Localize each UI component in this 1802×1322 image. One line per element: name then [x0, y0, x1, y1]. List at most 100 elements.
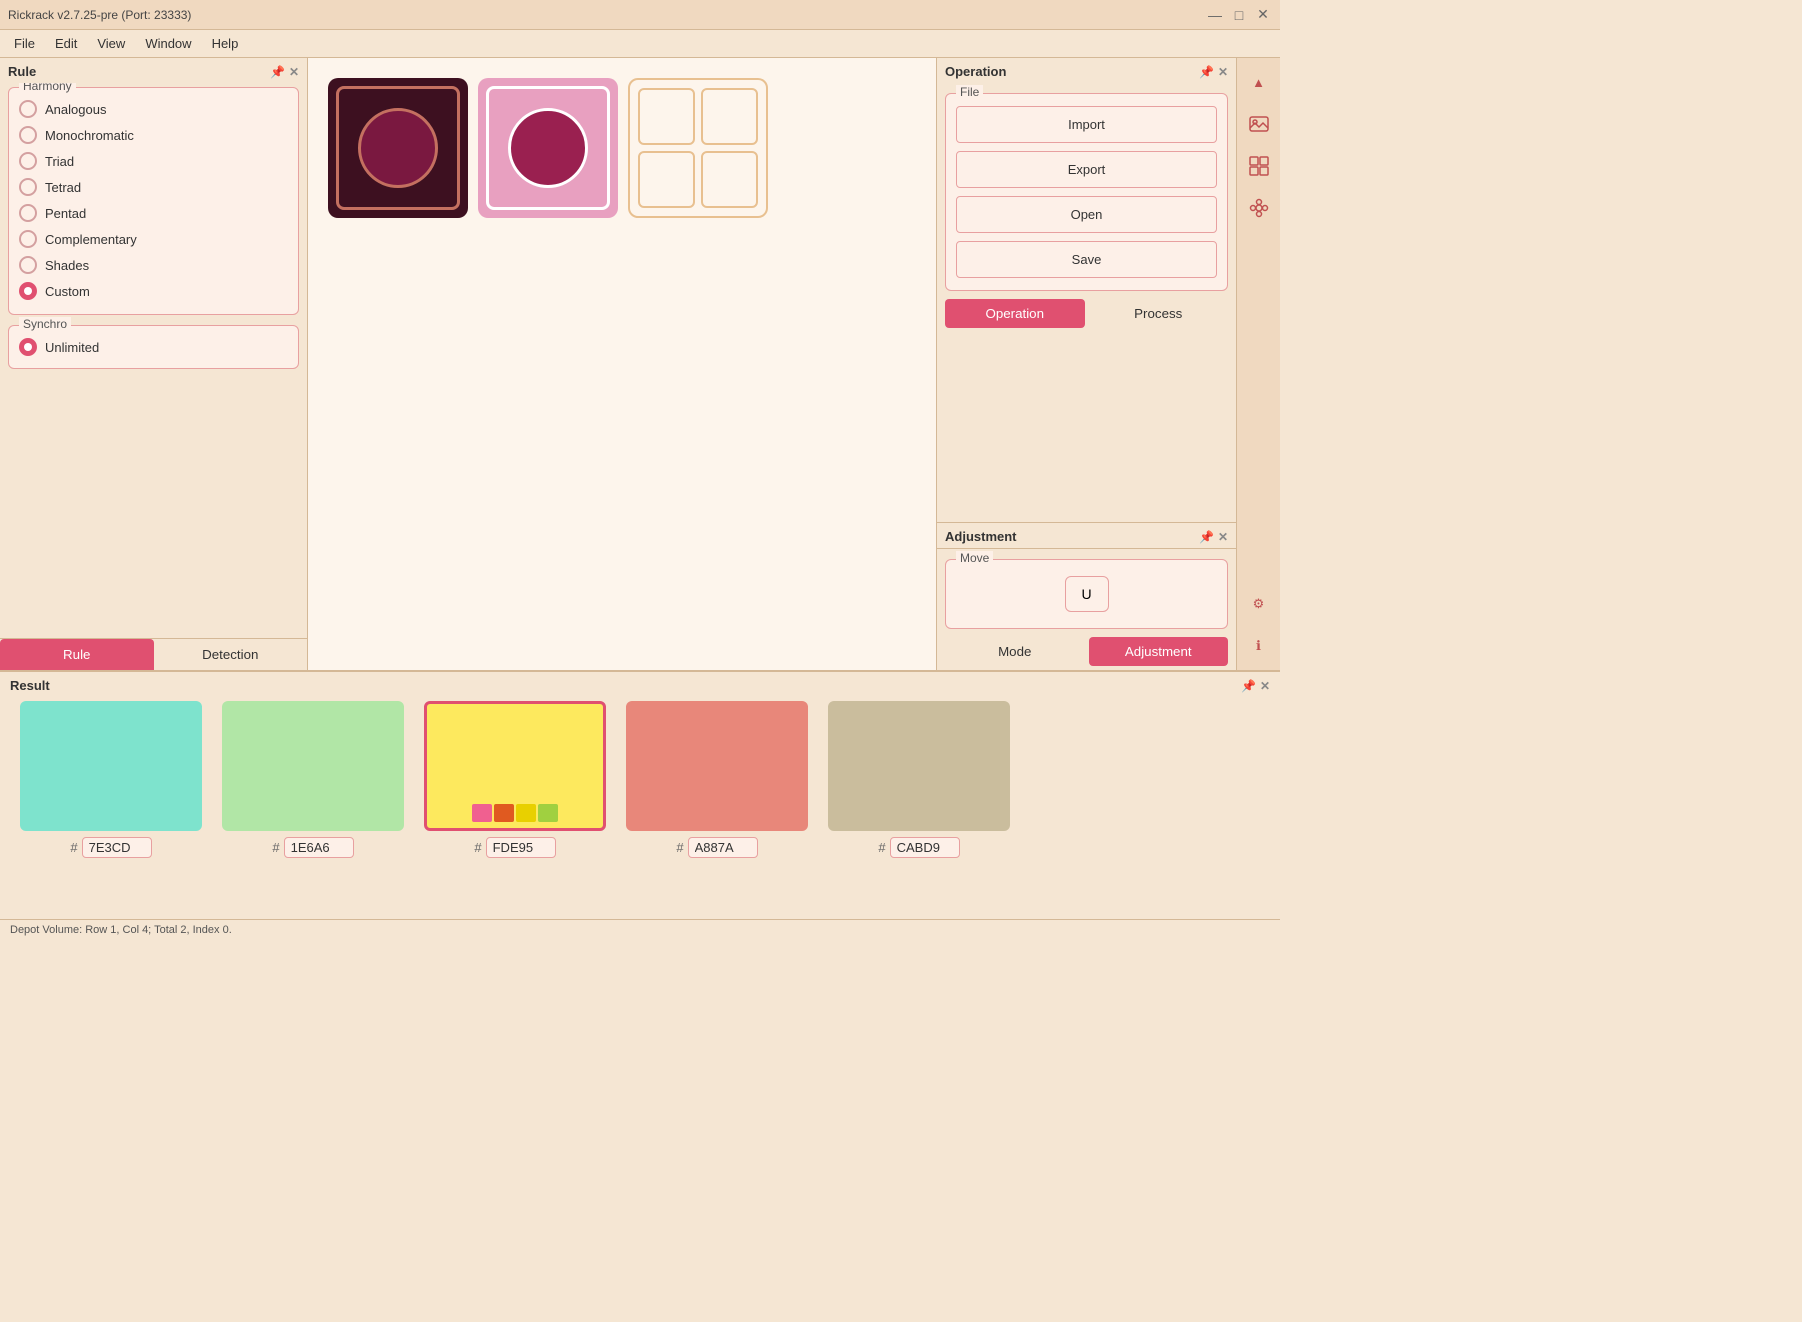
adjustment-content: Move U Mode Adjustment	[937, 548, 1236, 670]
result-mini-swatches	[427, 804, 603, 822]
harmony-group: Harmony Analogous Monochromatic Triad Te…	[8, 87, 299, 315]
synchro-group: Synchro Unlimited	[8, 325, 299, 369]
info-icon[interactable]: ℹ	[1243, 630, 1275, 662]
result-swatch-0[interactable]	[20, 701, 202, 831]
adjustment-panel-header: Adjustment 📌 ✕	[937, 522, 1236, 548]
result-color-row-0: #	[70, 837, 151, 858]
swatch-empty-cell-3	[638, 151, 695, 208]
radio-triad[interactable]: Triad	[19, 148, 288, 174]
open-button[interactable]: Open	[956, 196, 1217, 233]
menubar: File Edit View Window Help	[0, 30, 1280, 58]
result-panel-icons: 📌 ✕	[1241, 679, 1270, 693]
result-hash-0: #	[70, 840, 77, 855]
gear-icon[interactable]: ⚙	[1243, 588, 1275, 620]
result-swatches: # # #	[0, 697, 1280, 919]
radio-analogous-circle	[19, 100, 37, 118]
radio-complementary-circle	[19, 230, 37, 248]
adj-close-icon[interactable]: ✕	[1218, 530, 1228, 544]
menu-edit[interactable]: Edit	[45, 32, 87, 55]
op-tab-operation[interactable]: Operation	[945, 299, 1085, 328]
op-tab-process[interactable]: Process	[1089, 299, 1229, 328]
result-swatch-3[interactable]	[626, 701, 808, 831]
close-button[interactable]: ✕	[1254, 6, 1272, 24]
adj-pin-icon[interactable]: 📌	[1199, 530, 1214, 544]
maximize-button[interactable]: □	[1230, 6, 1248, 24]
result-hash-2: #	[474, 840, 481, 855]
radio-complementary-label: Complementary	[45, 232, 137, 247]
result-swatch-4[interactable]	[828, 701, 1010, 831]
tab-detection[interactable]: Detection	[154, 639, 308, 670]
left-panel: Rule 📌 ✕ Harmony Analogous Monochromatic	[0, 58, 308, 670]
adjustment-tabs: Mode Adjustment	[945, 637, 1228, 666]
result-hash-4: #	[878, 840, 885, 855]
result-swatch-1[interactable]	[222, 701, 404, 831]
mini-swatch-pink	[472, 804, 492, 822]
radio-shades-circle	[19, 256, 37, 274]
radio-complementary[interactable]: Complementary	[19, 226, 288, 252]
radio-shades-label: Shades	[45, 258, 89, 273]
radio-monochromatic[interactable]: Monochromatic	[19, 122, 288, 148]
result-hex-3[interactable]	[688, 837, 758, 858]
import-button[interactable]: Import	[956, 106, 1217, 143]
export-button[interactable]: Export	[956, 151, 1217, 188]
far-right-panel: ▲ ⚙ ℹ	[1236, 58, 1280, 670]
operation-tabs: Operation Process	[945, 299, 1228, 328]
menu-window[interactable]: Window	[135, 32, 201, 55]
result-pin-icon[interactable]: 📌	[1241, 679, 1256, 693]
result-hash-1: #	[272, 840, 279, 855]
pin-icon[interactable]: 📌	[270, 65, 285, 79]
radio-pentad-circle	[19, 204, 37, 222]
result-item-3: #	[626, 701, 808, 858]
menu-help[interactable]: Help	[202, 32, 249, 55]
titlebar-title: Rickrack v2.7.25-pre (Port: 23333)	[8, 8, 191, 22]
canvas-swatch-dark[interactable]	[328, 78, 468, 218]
triangle-icon[interactable]: ▲	[1243, 66, 1275, 98]
result-hex-4[interactable]	[890, 837, 960, 858]
result-item-0: #	[20, 701, 202, 858]
op-pin-icon[interactable]: 📌	[1199, 65, 1214, 79]
minimize-button[interactable]: —	[1206, 6, 1224, 24]
radio-analogous-label: Analogous	[45, 102, 106, 117]
radio-tetrad[interactable]: Tetrad	[19, 174, 288, 200]
close-panel-icon[interactable]: ✕	[289, 65, 299, 79]
image-icon[interactable]	[1243, 108, 1275, 140]
result-hex-2[interactable]	[486, 837, 556, 858]
save-button[interactable]: Save	[956, 241, 1217, 278]
adj-tab-mode[interactable]: Mode	[945, 637, 1085, 666]
move-key-u[interactable]: U	[1065, 576, 1109, 612]
canvas-swatch-pink[interactable]	[478, 78, 618, 218]
harmony-label: Harmony	[19, 83, 76, 93]
radio-custom[interactable]: Custom	[19, 278, 288, 304]
move-group: Move U	[945, 559, 1228, 629]
file-group: File Import Export Open Save	[945, 93, 1228, 291]
result-hex-0[interactable]	[82, 837, 152, 858]
swatch-empty-cell-1	[638, 88, 695, 145]
result-color-row-1: #	[272, 837, 353, 858]
grid-icon[interactable]	[1243, 150, 1275, 182]
result-panel-header: Result 📌 ✕	[0, 672, 1280, 697]
menu-view[interactable]: View	[87, 32, 135, 55]
canvas-swatches	[318, 68, 926, 228]
radio-unlimited[interactable]: Unlimited	[19, 334, 288, 360]
result-item-1: #	[222, 701, 404, 858]
adj-tab-adjustment[interactable]: Adjustment	[1089, 637, 1229, 666]
result-hex-1[interactable]	[284, 837, 354, 858]
menu-file[interactable]: File	[4, 32, 45, 55]
operation-panel-header: Operation 📌 ✕	[937, 58, 1236, 83]
tab-rule[interactable]: Rule	[0, 639, 154, 670]
radio-tetrad-circle	[19, 178, 37, 196]
adjustment-panel-icons: 📌 ✕	[1199, 530, 1228, 544]
radio-pentad[interactable]: Pentad	[19, 200, 288, 226]
swatch-pink-circle	[508, 108, 588, 188]
result-swatch-2[interactable]	[424, 701, 606, 831]
result-panel-title: Result	[10, 678, 50, 693]
swatch-empty-cell-4	[701, 151, 758, 208]
result-close-icon[interactable]: ✕	[1260, 679, 1270, 693]
op-close-icon[interactable]: ✕	[1218, 65, 1228, 79]
radio-shades[interactable]: Shades	[19, 252, 288, 278]
canvas-swatch-empty[interactable]	[628, 78, 768, 218]
synchro-label: Synchro	[19, 317, 71, 331]
flower-icon[interactable]	[1243, 192, 1275, 224]
rule-panel-title: Rule	[8, 64, 36, 79]
radio-analogous[interactable]: Analogous	[19, 96, 288, 122]
